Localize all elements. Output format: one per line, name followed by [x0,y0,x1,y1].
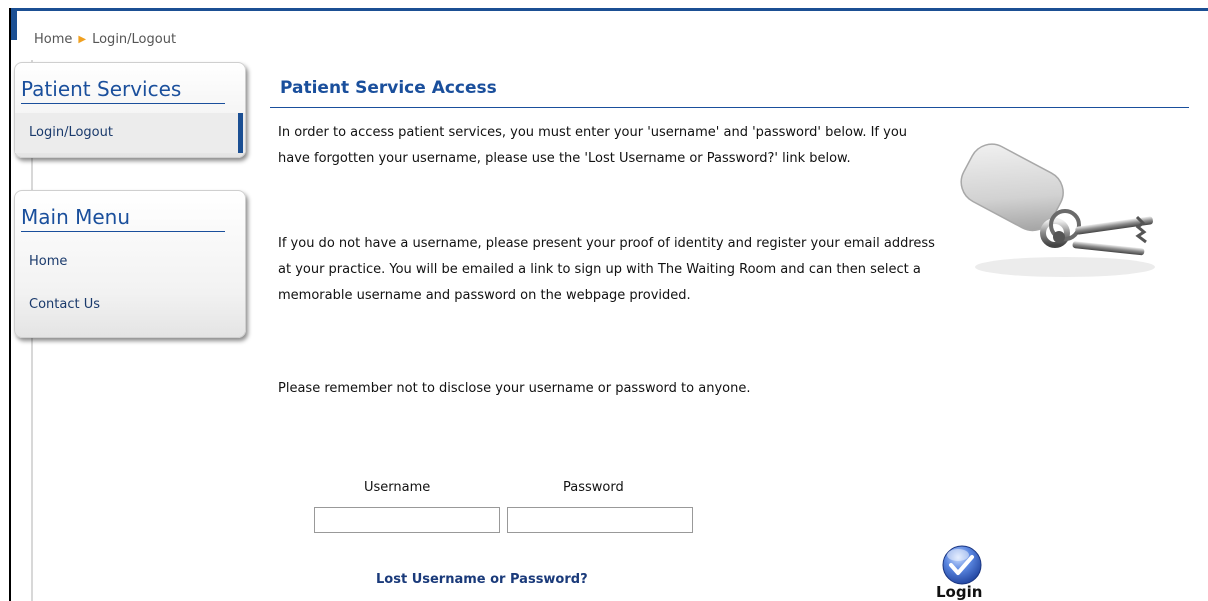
sidebar-item-login-logout[interactable]: Login/Logout [15,113,245,153]
register-paragraph: If you do not have a username, please pr… [278,236,935,303]
main-menu-title: Main Menu [21,205,131,229]
password-label: Password [563,480,624,495]
breadcrumb-home[interactable]: Home [34,32,72,47]
checkmark-icon [942,545,982,585]
window-top-border [9,8,1208,11]
lost-username-password-link[interactable]: Lost Username or Password? [376,572,588,587]
main-menu-panel: Main Menu Home Contact Us [14,190,246,338]
breadcrumb-current: Login/Logout [92,32,177,47]
breadcrumb: Home ▶ Login/Logout [34,32,176,47]
username-label: Username [364,480,431,495]
username-field[interactable] [314,507,500,533]
disclosure-paragraph: Please remember not to disclose your use… [278,381,751,396]
patient-services-panel: Patient Services Login/Logout [14,62,246,158]
sidebar-item-contact-us[interactable]: Contact Us [29,297,100,312]
password-field[interactable] [507,507,693,533]
title-underline [270,107,1189,108]
login-label[interactable]: Login [936,583,982,601]
panel-title-underline [21,231,225,232]
sidebar-item-home[interactable]: Home [29,254,67,269]
intro-paragraph: In order to access patient services, you… [278,125,908,166]
window-left-border [9,8,11,601]
keys-icon [960,143,1155,277]
page-title: Patient Service Access [280,78,497,98]
panel-title-underline [21,103,225,104]
patient-services-title: Patient Services [21,77,182,101]
sidebar-item-label: Login/Logout [29,125,113,140]
active-indicator [238,113,243,153]
chevron-right-icon: ▶ [78,34,87,45]
